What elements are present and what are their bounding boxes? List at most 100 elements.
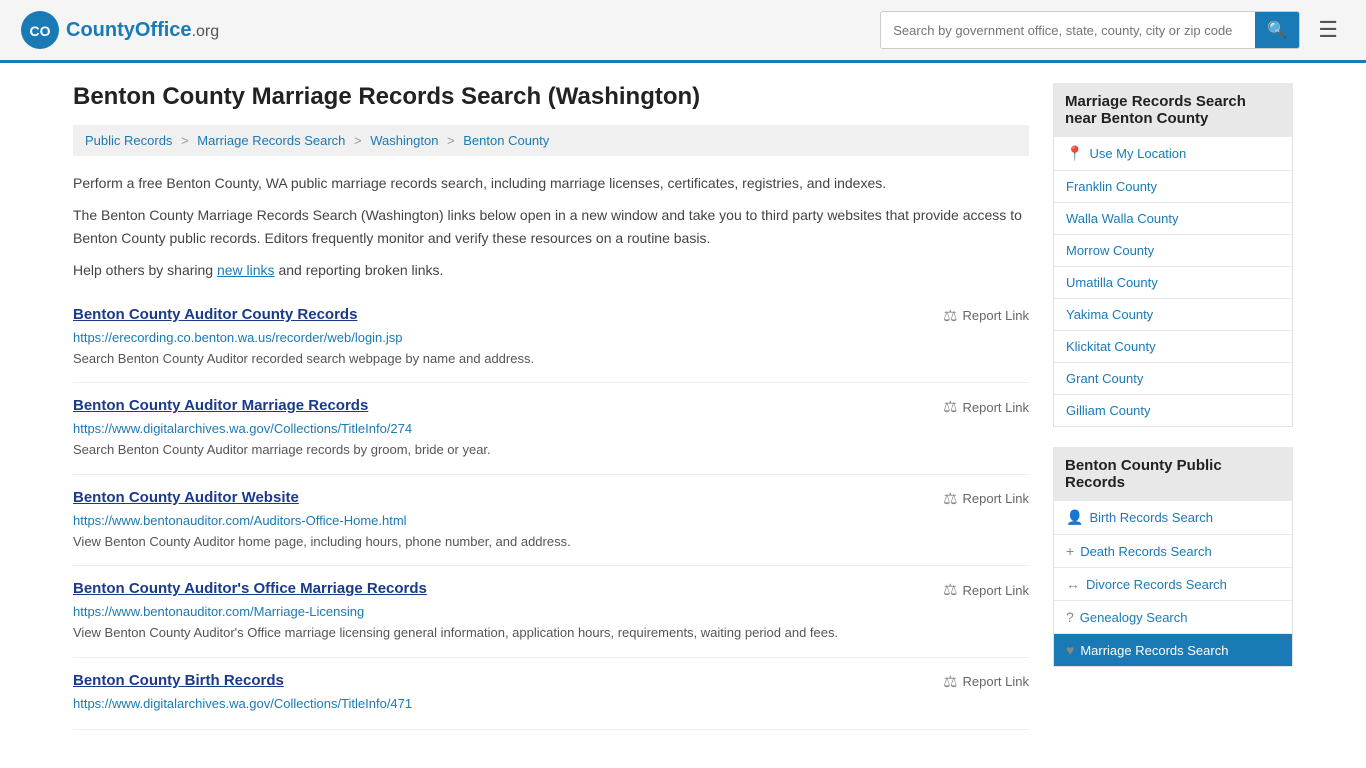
- record-entry: Benton County Auditor County Records ⚖ R…: [73, 292, 1029, 384]
- nearby-county-link[interactable]: Morrow County: [1054, 235, 1292, 266]
- nearby-section: Marriage Records Search near Benton Coun…: [1053, 83, 1293, 427]
- public-record-icon: 👤: [1066, 509, 1083, 526]
- nearby-list-item: Franklin County: [1054, 171, 1292, 203]
- public-record-icon: ↔: [1066, 576, 1080, 592]
- public-records-section: Benton County Public Records 👤 Birth Rec…: [1053, 447, 1293, 667]
- search-bar: 🔍: [880, 11, 1300, 49]
- nearby-list-item: Grant County: [1054, 363, 1292, 395]
- logo-area: CO CountyOffice.org: [20, 10, 219, 50]
- breadcrumb-benton-county[interactable]: Benton County: [463, 133, 549, 148]
- header: CO CountyOffice.org 🔍 ☰: [0, 0, 1366, 63]
- public-record-link[interactable]: ? Genealogy Search: [1054, 601, 1292, 633]
- nearby-list: 📍 Use My LocationFranklin CountyWalla Wa…: [1053, 137, 1293, 427]
- new-links-link[interactable]: new links: [217, 262, 275, 278]
- report-label: Report Link: [963, 400, 1029, 415]
- record-title[interactable]: Benton County Auditor County Records: [73, 306, 357, 323]
- public-record-list-item: ♥ Marriage Records Search: [1054, 634, 1292, 666]
- record-header: Benton County Auditor's Office Marriage …: [73, 580, 1029, 600]
- main-content: Benton County Marriage Records Search (W…: [73, 83, 1029, 730]
- breadcrumb-washington[interactable]: Washington: [370, 133, 438, 148]
- record-title[interactable]: Benton County Auditor's Office Marriage …: [73, 580, 427, 597]
- breadcrumb-public-records[interactable]: Public Records: [85, 133, 172, 148]
- public-record-icon: ♥: [1066, 642, 1074, 658]
- nearby-list-item: Yakima County: [1054, 299, 1292, 331]
- sidebar: Marriage Records Search near Benton Coun…: [1053, 83, 1293, 730]
- public-record-list-item: ↔ Divorce Records Search: [1054, 568, 1292, 601]
- report-icon: ⚖: [943, 397, 957, 417]
- breadcrumb: Public Records > Marriage Records Search…: [73, 125, 1029, 156]
- report-link[interactable]: ⚖ Report Link: [943, 489, 1029, 509]
- nearby-county-link[interactable]: Yakima County: [1054, 299, 1292, 330]
- page-title: Benton County Marriage Records Search (W…: [73, 83, 1029, 111]
- report-link[interactable]: ⚖ Report Link: [943, 672, 1029, 692]
- record-entry: Benton County Auditor's Office Marriage …: [73, 566, 1029, 658]
- search-button[interactable]: 🔍: [1255, 12, 1299, 48]
- breadcrumb-marriage-records[interactable]: Marriage Records Search: [197, 133, 345, 148]
- public-record-list-item: + Death Records Search: [1054, 535, 1292, 568]
- nearby-heading: Marriage Records Search near Benton Coun…: [1053, 83, 1293, 137]
- nearby-county-link[interactable]: Walla Walla County: [1054, 203, 1292, 234]
- search-input[interactable]: [881, 15, 1255, 46]
- logo-icon: CO: [20, 10, 60, 50]
- report-icon: ⚖: [943, 580, 957, 600]
- record-title[interactable]: Benton County Birth Records: [73, 672, 284, 689]
- record-url: https://www.bentonauditor.com/Auditors-O…: [73, 513, 1029, 528]
- record-entry: Benton County Birth Records ⚖ Report Lin…: [73, 658, 1029, 730]
- public-record-link[interactable]: ♥ Marriage Records Search: [1054, 634, 1292, 666]
- description-1: Perform a free Benton County, WA public …: [73, 172, 1029, 194]
- record-entry: Benton County Auditor Marriage Records ⚖…: [73, 383, 1029, 475]
- record-url: https://erecording.co.benton.wa.us/recor…: [73, 330, 1029, 345]
- record-header: Benton County Birth Records ⚖ Report Lin…: [73, 672, 1029, 692]
- page-container: Benton County Marriage Records Search (W…: [53, 63, 1313, 750]
- report-label: Report Link: [963, 583, 1029, 598]
- description-3: Help others by sharing new links and rep…: [73, 259, 1029, 281]
- nearby-county-link[interactable]: Umatilla County: [1054, 267, 1292, 298]
- nearby-county-link[interactable]: Gilliam County: [1054, 395, 1292, 426]
- record-desc: Search Benton County Auditor marriage re…: [73, 440, 1029, 460]
- menu-button[interactable]: ☰: [1310, 13, 1346, 47]
- public-record-list-item: 👤 Birth Records Search: [1054, 501, 1292, 535]
- record-header: Benton County Auditor County Records ⚖ R…: [73, 306, 1029, 326]
- public-record-link[interactable]: 👤 Birth Records Search: [1054, 501, 1292, 534]
- svg-text:CO: CO: [30, 23, 51, 39]
- nearby-county-link[interactable]: Franklin County: [1054, 171, 1292, 202]
- nearby-list-item: Klickitat County: [1054, 331, 1292, 363]
- public-list: 👤 Birth Records Search+ Death Records Se…: [1053, 501, 1293, 667]
- record-desc: Search Benton County Auditor recorded se…: [73, 349, 1029, 369]
- record-url: https://www.digitalarchives.wa.gov/Colle…: [73, 421, 1029, 436]
- record-desc: View Benton County Auditor's Office marr…: [73, 623, 1029, 643]
- report-link[interactable]: ⚖ Report Link: [943, 580, 1029, 600]
- use-my-location-link[interactable]: 📍 Use My Location: [1054, 137, 1292, 170]
- public-record-list-item: ? Genealogy Search: [1054, 601, 1292, 634]
- nearby-county-link[interactable]: Klickitat County: [1054, 331, 1292, 362]
- record-url: https://www.bentonauditor.com/Marriage-L…: [73, 604, 1029, 619]
- report-link[interactable]: ⚖ Report Link: [943, 397, 1029, 417]
- report-icon: ⚖: [943, 489, 957, 509]
- report-label: Report Link: [963, 308, 1029, 323]
- location-icon: 📍: [1066, 145, 1083, 162]
- header-right: 🔍 ☰: [880, 11, 1346, 49]
- public-records-heading: Benton County Public Records: [1053, 447, 1293, 501]
- record-desc: View Benton County Auditor home page, in…: [73, 532, 1029, 552]
- record-title[interactable]: Benton County Auditor Marriage Records: [73, 397, 368, 414]
- public-record-icon: ?: [1066, 609, 1074, 625]
- record-url: https://www.digitalarchives.wa.gov/Colle…: [73, 696, 1029, 711]
- report-label: Report Link: [963, 674, 1029, 689]
- logo-text: CountyOffice.org: [66, 19, 219, 42]
- description-2: The Benton County Marriage Records Searc…: [73, 204, 1029, 249]
- public-record-icon: +: [1066, 543, 1074, 559]
- report-label: Report Link: [963, 491, 1029, 506]
- report-icon: ⚖: [943, 306, 957, 326]
- record-title[interactable]: Benton County Auditor Website: [73, 489, 299, 506]
- nearby-county-link[interactable]: Grant County: [1054, 363, 1292, 394]
- record-header: Benton County Auditor Marriage Records ⚖…: [73, 397, 1029, 417]
- nearby-list-item: 📍 Use My Location: [1054, 137, 1292, 171]
- public-record-link[interactable]: ↔ Divorce Records Search: [1054, 568, 1292, 600]
- report-link[interactable]: ⚖ Report Link: [943, 306, 1029, 326]
- nearby-list-item: Morrow County: [1054, 235, 1292, 267]
- report-icon: ⚖: [943, 672, 957, 692]
- public-record-link[interactable]: + Death Records Search: [1054, 535, 1292, 567]
- record-list: Benton County Auditor County Records ⚖ R…: [73, 292, 1029, 730]
- record-entry: Benton County Auditor Website ⚖ Report L…: [73, 475, 1029, 567]
- nearby-list-item: Umatilla County: [1054, 267, 1292, 299]
